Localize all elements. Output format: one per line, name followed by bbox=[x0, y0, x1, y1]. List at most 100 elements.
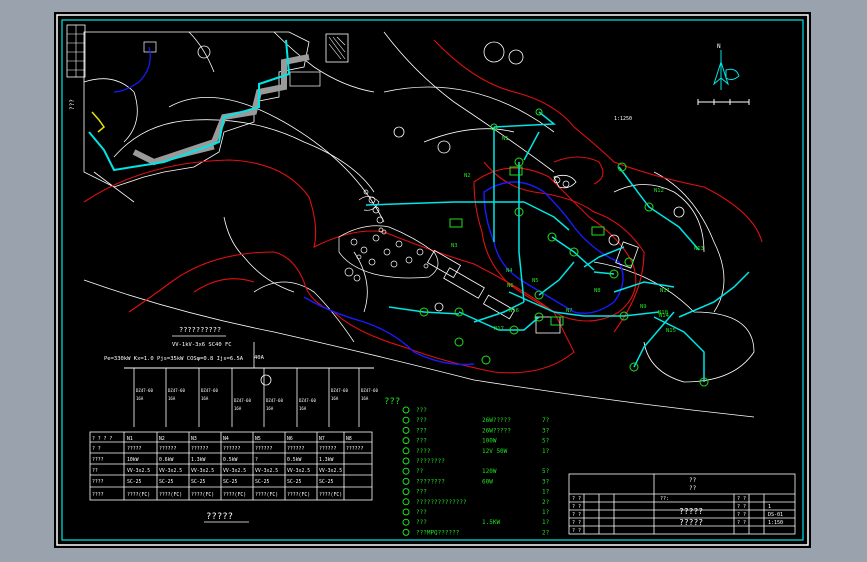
legend: ??? ?????? 26W????? 7???? 26W????? 3???? 100W… bbox=[384, 397, 550, 536]
distribution-title: ?????????? bbox=[179, 326, 221, 334]
legend-item-qty: 5? bbox=[542, 468, 550, 475]
project-name2: ????? bbox=[679, 518, 703, 527]
table-cell: ????(FC) bbox=[223, 492, 246, 498]
tb-value: 1 bbox=[768, 504, 771, 510]
legend-item-name: ???????? bbox=[416, 458, 445, 465]
table-cell: ?????? bbox=[159, 446, 176, 452]
table-cell: 0.5kW bbox=[287, 457, 302, 463]
svg-text:DZ47-60: DZ47-60 bbox=[299, 398, 316, 403]
project-name: ????? bbox=[679, 507, 703, 516]
sheet-border-outer bbox=[56, 14, 809, 546]
svg-text:16A: 16A bbox=[266, 406, 274, 411]
cad-drawing[interactable]: ??? N1 N2 N3 N4 N5 N6 N7 N8 N9 N10 N11 N… bbox=[54, 12, 811, 548]
legend-item-qty: 1? bbox=[542, 489, 550, 496]
table-cell: ?????? bbox=[346, 446, 363, 452]
table-cell: 1.3kW bbox=[319, 457, 334, 463]
table-cell: ?????? bbox=[223, 446, 240, 452]
table-cell: ????(FC) bbox=[159, 492, 182, 498]
pole-label: N17 bbox=[494, 326, 504, 332]
tb-right: ? ? bbox=[737, 520, 746, 526]
pole-label: N2 bbox=[464, 173, 471, 179]
legend-item-name: ??? bbox=[416, 519, 427, 526]
table-cell: VV-3x2.5 bbox=[319, 468, 342, 474]
legend-title: ??? bbox=[384, 397, 400, 407]
legend-symbol-icon bbox=[402, 426, 410, 434]
pole-label: N15 bbox=[666, 328, 676, 334]
pole-label: N7 bbox=[566, 308, 573, 314]
pole-labels: N1 N2 N3 N4 N5 N6 N7 N8 N9 N10 N11 N12 N… bbox=[451, 136, 704, 334]
legend-symbol-icon bbox=[402, 437, 410, 445]
svg-text:DZ47-60: DZ47-60 bbox=[331, 388, 348, 393]
circuit-table: ? ? ? ? N1 N2 N3 N4 N5 N6 N7 N8? ???????????????… bbox=[89, 431, 373, 523]
table-cell: 0.5kW bbox=[223, 457, 238, 463]
tb-value: DS-01 bbox=[768, 512, 783, 518]
title-top: ?? bbox=[689, 477, 697, 484]
table-header-cell: N2 bbox=[159, 436, 165, 442]
legend-item-name: ???? bbox=[416, 448, 431, 455]
table-cell: VV-3x2.5 bbox=[127, 468, 150, 474]
legend-item-qty: 1? bbox=[542, 519, 550, 526]
svg-text:DZ47-60: DZ47-60 bbox=[234, 398, 251, 403]
legend-item-spec: 120W bbox=[482, 468, 497, 475]
legend-symbol-icon bbox=[402, 518, 410, 526]
circuit-table-cells: ? ? ? ? N1 N2 N3 N4 N5 N6 N7 N8? ???????????????… bbox=[92, 436, 363, 498]
pole-label: N14 bbox=[659, 313, 670, 319]
pole-label: N8 bbox=[594, 288, 601, 294]
scale-label: 1:1250 bbox=[614, 116, 632, 122]
main-breaker: 40A bbox=[254, 355, 265, 361]
svg-text:DZ47-60: DZ47-60 bbox=[201, 388, 218, 393]
legend-item-name: ??? bbox=[416, 509, 427, 516]
pole-label: N9 bbox=[640, 304, 647, 310]
legend-symbol-icon bbox=[402, 528, 410, 536]
legend-item-spec: 26W????? bbox=[482, 417, 511, 424]
path-dots bbox=[363, 176, 570, 235]
legend-item-name: ???MPQ?????? bbox=[416, 529, 460, 536]
table-cell: SC-25 bbox=[223, 479, 238, 485]
table-cell: ????(FC) bbox=[127, 492, 150, 498]
legend-item-qty: 3? bbox=[542, 427, 550, 434]
pole-label: N11 bbox=[660, 288, 670, 294]
table-cell: ???? bbox=[92, 479, 104, 485]
title-block: ?? ?? ??: ????? ????? ? ? ? ? ? ? ? ? ? … bbox=[568, 473, 796, 535]
svg-text:DZ47-60: DZ47-60 bbox=[266, 398, 283, 403]
table-cell: ? bbox=[255, 457, 258, 463]
legend-item-name: ???????? bbox=[416, 478, 445, 485]
svg-text:DZ47-60: DZ47-60 bbox=[361, 388, 378, 393]
feeder-yellow bbox=[91, 111, 106, 133]
legend-symbol-icon bbox=[402, 416, 410, 424]
scale-bar bbox=[697, 99, 750, 105]
table-cell: VV-3x2.5 bbox=[287, 468, 310, 474]
table-header-cell: N7 bbox=[319, 436, 325, 442]
table-header-cell: N5 bbox=[255, 436, 261, 442]
legend-item-spec: 100W bbox=[482, 438, 497, 445]
pole-label: N13 bbox=[694, 246, 704, 252]
legend-item-name: ?? bbox=[416, 468, 424, 475]
cad-viewport[interactable]: ??? N1 N2 N3 N4 N5 N6 N7 N8 N9 N10 N11 N… bbox=[54, 12, 811, 548]
pole-label: N3 bbox=[451, 243, 458, 249]
table-cell: ?????? bbox=[287, 446, 304, 452]
zone-boundaries bbox=[83, 39, 763, 374]
table-cell: ???? bbox=[92, 457, 104, 463]
rock-garden bbox=[338, 196, 439, 282]
table-cell: ????(FC) bbox=[287, 492, 310, 498]
legend-symbol-icon bbox=[402, 467, 410, 475]
table-cell: VV-3x2.5 bbox=[191, 468, 214, 474]
title-top2: ?? bbox=[689, 485, 697, 492]
legend-item-qty: 7? bbox=[542, 417, 550, 424]
svg-text:16A: 16A bbox=[136, 396, 144, 401]
tb-left: ? ? bbox=[572, 512, 581, 518]
tb-left: ? ? bbox=[572, 504, 581, 510]
table-cell: 10kW bbox=[127, 457, 139, 463]
legend-item-spec: 26W????? bbox=[482, 427, 511, 434]
pole-label: N5 bbox=[532, 278, 539, 284]
table-header-cell: N1 bbox=[127, 436, 133, 442]
legend-symbol-icon bbox=[402, 477, 410, 485]
legend-item-name: ??? bbox=[416, 417, 427, 424]
table-cell: SC-25 bbox=[191, 479, 206, 485]
table-cell: ????(FC) bbox=[255, 492, 278, 498]
binding-strip: ??? bbox=[66, 24, 86, 110]
legend-item-name: ??? bbox=[416, 427, 427, 434]
table-cell: VV-3x2.5 bbox=[159, 468, 182, 474]
legend-symbol-icon bbox=[402, 457, 410, 465]
legend-item-qty: 2? bbox=[542, 529, 550, 536]
